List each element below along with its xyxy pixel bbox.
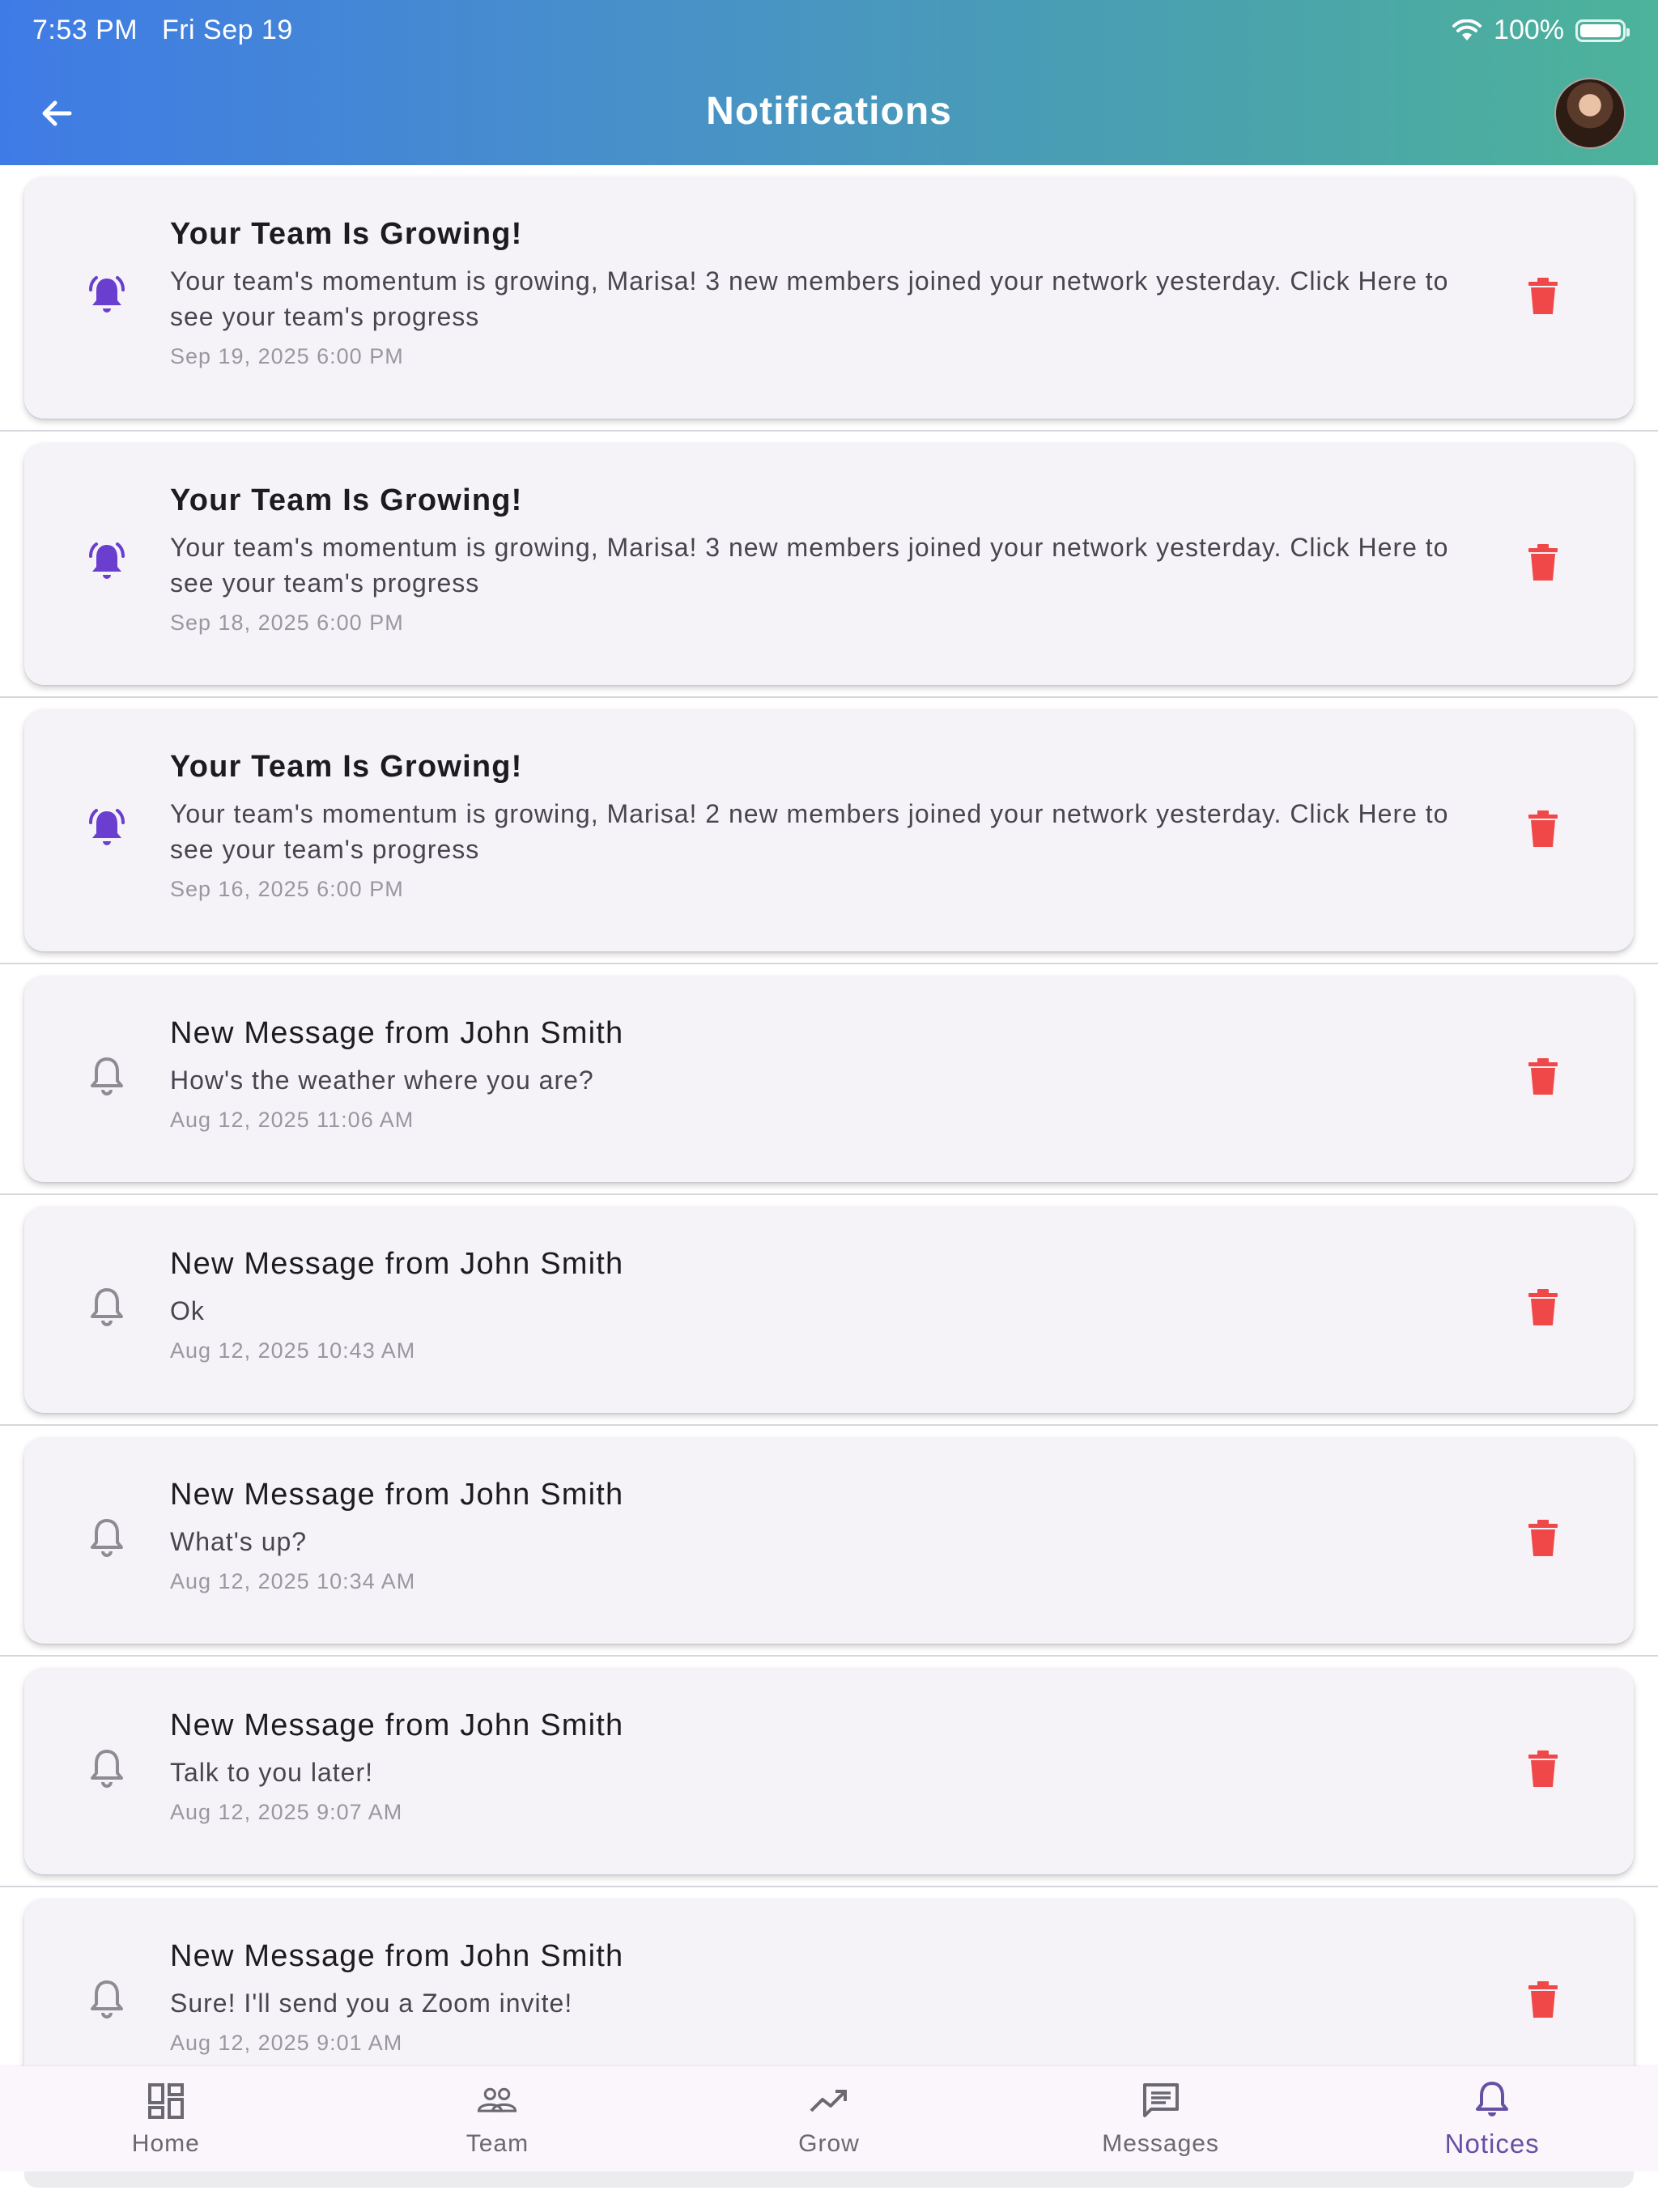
notification-timestamp: Sep 16, 2025 6:00 PM	[170, 877, 404, 901]
notification-timestamp: Aug 12, 2025 10:34 AM	[170, 1569, 416, 1593]
notification-card[interactable]: Your Team Is Growing! Your team's momentu…	[24, 709, 1634, 951]
avatar[interactable]	[1554, 78, 1626, 149]
nav-item-messages[interactable]: Messages	[995, 2066, 1327, 2172]
notification-content: New Message from John Smith Talk to you l…	[170, 1708, 1472, 1825]
page-title: Notifications	[706, 90, 952, 133]
bell-ringing-icon	[89, 542, 125, 579]
trash-icon[interactable]	[1527, 1288, 1559, 1327]
notification-title: Your Team Is Growing!	[170, 483, 523, 517]
trash-icon[interactable]	[1527, 1519, 1559, 1558]
notification-row[interactable]: New Message from John Smith Sure! I'll se…	[0, 1887, 1658, 2066]
notification-row[interactable]: New Message from John Smith Ok Aug 12, 202…	[0, 1195, 1658, 1426]
notification-row[interactable]: Your Team Is Growing! Your team's momentu…	[0, 698, 1658, 964]
notification-title: New Message from John Smith	[170, 1016, 624, 1050]
bell-icon	[91, 1288, 123, 1326]
notification-title: New Message from John Smith	[170, 1939, 624, 1973]
battery-icon	[1575, 19, 1630, 42]
notification-timestamp: Sep 19, 2025 6:00 PM	[170, 344, 404, 368]
nav-item-notices[interactable]: Notices	[1326, 2066, 1658, 2172]
notification-content: Your Team Is Growing! Your team's momentu…	[170, 217, 1472, 369]
notification-row[interactable]: New Message from John Smith Talk to you l…	[0, 1657, 1658, 1887]
bell-ringing-icon	[89, 276, 125, 313]
home-indicator	[0, 2172, 1658, 2212]
notification-body: What's up?	[170, 1527, 308, 1556]
app-header: 7:53 PM Fri Sep 19 100% Notifications	[0, 0, 1658, 165]
nav-item-home[interactable]: Home	[0, 2066, 332, 2172]
notification-row[interactable]: New Message from John Smith What's up? Aug…	[0, 1426, 1658, 1657]
bell-icon	[91, 1519, 123, 1557]
notification-title: Your Team Is Growing!	[170, 750, 523, 784]
bell-ringing-icon	[89, 809, 125, 845]
notification-body: Your team's momentum is growing, Marisa!…	[170, 533, 1449, 598]
notification-body: Your team's momentum is growing, Marisa!…	[170, 799, 1449, 864]
bottom-nav: Home Team Grow Messages Notices	[0, 2066, 1658, 2172]
bell-icon	[91, 1980, 123, 2018]
notification-content: Your Team Is Growing! Your team's momentu…	[170, 483, 1472, 636]
trash-icon[interactable]	[1527, 543, 1559, 582]
notification-card[interactable]: New Message from John Smith What's up? Aug…	[24, 1437, 1634, 1644]
notification-body: Sure! I'll send you a Zoom invite!	[170, 1989, 573, 2018]
nav-item-team[interactable]: Team	[332, 2066, 664, 2172]
nav-label-messages: Messages	[1102, 2130, 1219, 2157]
notification-card[interactable]: New Message from John Smith Sure! I'll se…	[24, 1899, 1634, 2066]
notification-body: Ok	[170, 1296, 205, 1325]
notification-title: New Message from John Smith	[170, 1708, 624, 1742]
status-time: 7:53 PM	[32, 15, 138, 45]
trash-icon[interactable]	[1527, 810, 1559, 849]
notification-timestamp: Sep 18, 2025 6:00 PM	[170, 610, 404, 635]
notification-card[interactable]: Your Team Is Growing! Your team's momentu…	[24, 177, 1634, 419]
trash-icon[interactable]	[1527, 1750, 1559, 1789]
notification-body: Talk to you later!	[170, 1758, 373, 1787]
notification-card[interactable]: Your Team Is Growing! Your team's momentu…	[24, 443, 1634, 685]
notification-body: How's the weather where you are?	[170, 1066, 594, 1095]
status-date: Fri Sep 19	[161, 15, 293, 45]
notification-card[interactable]: New Message from John Smith How's the wea…	[24, 976, 1634, 1182]
notification-content: New Message from John Smith What's up? Aug…	[170, 1478, 1472, 1594]
bell-icon	[91, 1750, 123, 1788]
wifi-icon	[1452, 19, 1482, 40]
nav-label-home: Home	[131, 2130, 200, 2157]
notification-row[interactable]: Your Team Is Growing! Your team's momentu…	[0, 432, 1658, 698]
nav-item-grow[interactable]: Grow	[663, 2066, 995, 2172]
message-icon	[1142, 2083, 1179, 2117]
notification-card[interactable]: New Message from John Smith Ok Aug 12, 202…	[24, 1206, 1634, 1413]
notification-list[interactable]: Your Team Is Growing! Your team's momentu…	[0, 165, 1658, 2066]
notification-content: New Message from John Smith Sure! I'll se…	[170, 1939, 1472, 2056]
bell-icon	[91, 1057, 123, 1095]
dashboard-icon	[147, 2083, 184, 2119]
notification-card[interactable]: New Message from John Smith Talk to you l…	[24, 1668, 1634, 1874]
notification-body: Your team's momentum is growing, Marisa!…	[170, 266, 1449, 331]
notification-content: Your Team Is Growing! Your team's momentu…	[170, 750, 1472, 902]
notification-timestamp: Aug 12, 2025 10:43 AM	[170, 1338, 416, 1363]
trash-icon[interactable]	[1527, 277, 1559, 316]
notification-timestamp: Aug 12, 2025 11:06 AM	[170, 1108, 414, 1132]
trash-icon[interactable]	[1527, 1057, 1559, 1096]
group-icon	[478, 2087, 517, 2112]
nav-label-team: Team	[466, 2130, 529, 2157]
notification-row[interactable]: Your Team Is Growing! Your team's momentu…	[0, 165, 1658, 432]
status-bar-right: 100%	[1452, 15, 1630, 46]
battery-percent: 100%	[1494, 15, 1564, 45]
notification-content: New Message from John Smith Ok Aug 12, 202…	[170, 1247, 1472, 1363]
notification-row[interactable]: New Message from John Smith How's the wea…	[0, 964, 1658, 1195]
trending-up-icon	[810, 2090, 847, 2112]
bell-icon	[1476, 2082, 1509, 2116]
nav-label-grow: Grow	[798, 2130, 860, 2157]
trash-icon[interactable]	[1527, 1980, 1559, 2019]
status-bar-time: 7:53 PM Fri Sep 19	[32, 15, 293, 46]
notification-title: Your Team Is Growing!	[170, 217, 523, 251]
nav-label-notices: Notices	[1444, 2129, 1540, 2159]
notification-timestamp: Aug 12, 2025 9:01 AM	[170, 2031, 403, 2055]
notification-title: New Message from John Smith	[170, 1247, 624, 1281]
notification-content: New Message from John Smith How's the wea…	[170, 1016, 1472, 1133]
notification-timestamp: Aug 12, 2025 9:07 AM	[170, 1800, 403, 1824]
notification-title: New Message from John Smith	[170, 1478, 624, 1512]
